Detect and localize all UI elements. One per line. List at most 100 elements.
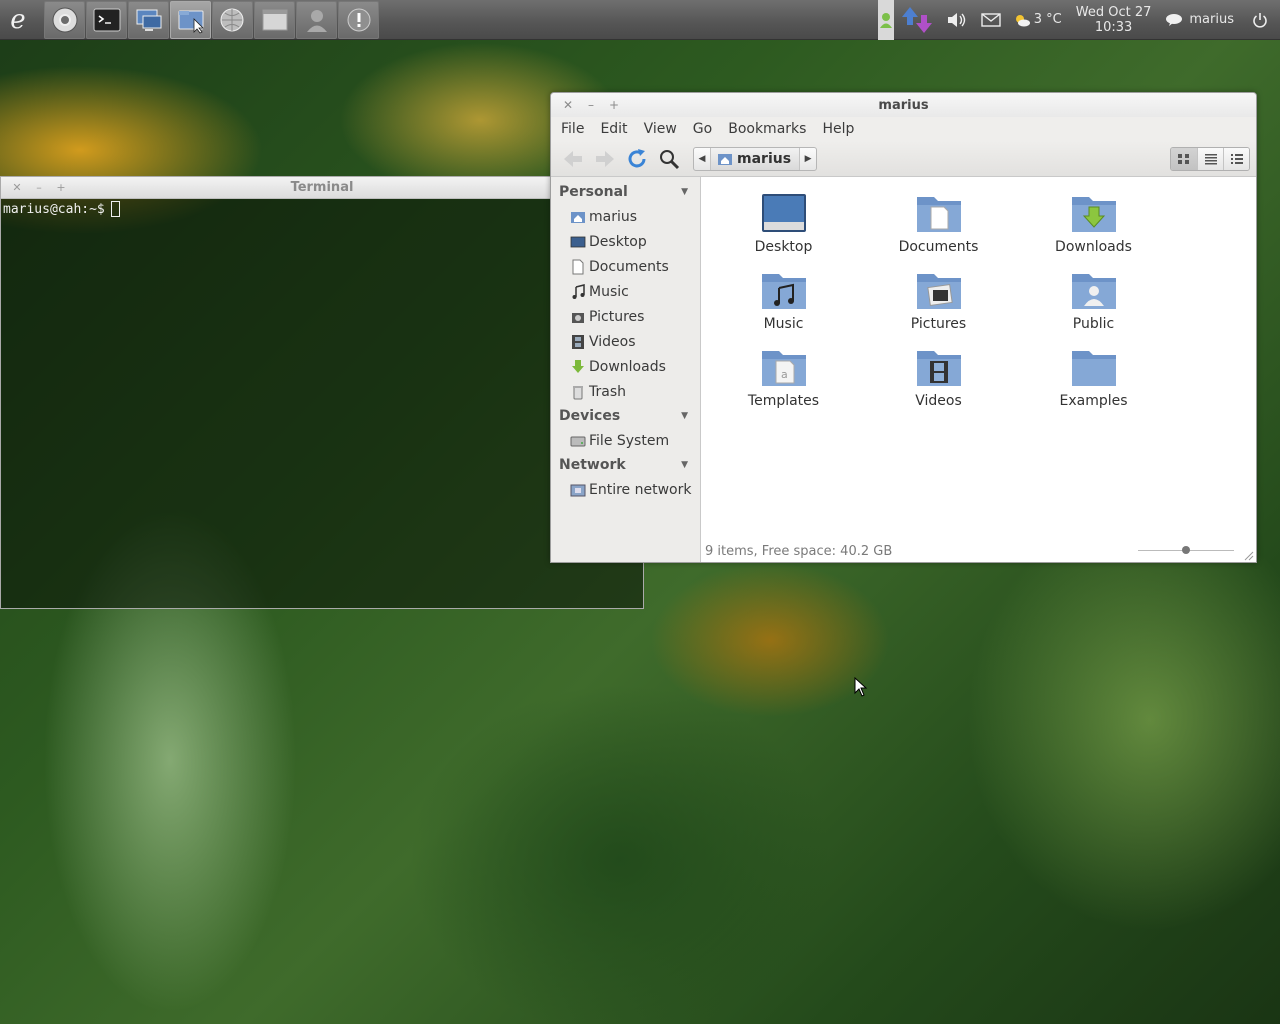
terminal-prompt: marius@cah:~$ — [3, 201, 105, 217]
status-bar: 9 items, Free space: 40.2 GB — [701, 539, 1256, 562]
collapse-triangle-icon[interactable]: ▼ — [681, 460, 688, 470]
e-logo-icon[interactable]: e — [0, 0, 36, 40]
sidebar-item-trash[interactable]: Trash — [551, 379, 700, 404]
reload-button[interactable] — [621, 145, 653, 173]
music-folder-icon — [761, 274, 806, 309]
terminal-icon — [93, 8, 120, 31]
sidebar-item-videos[interactable]: Videos — [551, 329, 700, 354]
places-sidebar: Personal ▼ marius Desktop Documents Musi… — [551, 177, 701, 562]
sidebar-item-music[interactable]: Music — [551, 279, 700, 304]
file-manager-title: marius — [878, 97, 929, 113]
user-name: marius — [1189, 12, 1234, 27]
path-bar: ◀ marius ▶ — [693, 146, 818, 171]
search-button[interactable] — [653, 145, 685, 173]
folder-label: Music — [763, 316, 804, 332]
menu-go[interactable]: Go — [687, 121, 718, 137]
path-crumb-home[interactable]: marius — [710, 147, 801, 170]
menu-bookmarks[interactable]: Bookmarks — [722, 121, 812, 137]
terminal-window[interactable]: ✕ – + Terminal marius@cah:~$ — [0, 176, 644, 609]
sidebar-item-desktop[interactable]: Desktop — [551, 229, 700, 254]
menu-edit[interactable]: Edit — [594, 121, 633, 137]
clock[interactable]: Wed Oct 27 10:33 — [1068, 5, 1160, 35]
file-view[interactable]: Desktop Documents Downloads Music Pictur… — [701, 177, 1256, 562]
folder-item-templates[interactable]: a Templates — [706, 343, 861, 412]
menu-view[interactable]: View — [638, 121, 683, 137]
zoom-slider[interactable] — [1138, 546, 1234, 554]
toolbar: ◀ marius ▶ — [551, 141, 1256, 177]
folder-item-downloads[interactable]: Downloads — [1016, 189, 1171, 258]
sidebar-header-personal[interactable]: Personal ▼ — [551, 180, 700, 204]
mail-indicator[interactable] — [974, 0, 1008, 40]
menu-help[interactable]: Help — [816, 121, 860, 137]
icon-view-button[interactable] — [1171, 147, 1197, 170]
folder-item-pictures[interactable]: Pictures — [861, 266, 1016, 335]
minimize-icon[interactable]: – — [33, 181, 45, 194]
sidebar-item-entire-network[interactable]: Entire network — [551, 477, 700, 502]
folder-item-public[interactable]: Public — [1016, 266, 1171, 335]
folder-item-documents[interactable]: Documents — [861, 189, 1016, 258]
home-folder-icon — [718, 153, 732, 165]
compact-view-button[interactable] — [1223, 147, 1249, 170]
trash-icon — [573, 385, 583, 399]
system-tray: 3 °C Wed Oct 27 10:33 marius — [877, 0, 1280, 40]
file-manager-icon — [178, 10, 204, 34]
chromium-icon — [52, 7, 77, 32]
close-icon[interactable]: ✕ — [562, 98, 574, 112]
sidebar-item-marius[interactable]: marius — [551, 204, 700, 229]
list-view-button[interactable] — [1197, 147, 1223, 170]
icon-grid: Desktop Documents Downloads Music Pictur… — [701, 189, 1171, 412]
terminal-launcher[interactable] — [86, 0, 127, 39]
collapse-triangle-icon[interactable]: ▼ — [681, 411, 688, 421]
volume-indicator[interactable] — [940, 0, 974, 40]
sidebar-item-file-system[interactable]: File System — [551, 428, 700, 453]
weather-indicator[interactable]: 3 °C — [1008, 0, 1068, 40]
folder-item-desktop[interactable]: Desktop — [706, 189, 861, 258]
maximize-icon[interactable]: + — [608, 98, 620, 112]
network-launcher[interactable] — [212, 0, 253, 39]
folder-label: Examples — [1059, 393, 1128, 409]
path-right-arrow-icon[interactable]: ▶ — [800, 148, 816, 170]
downloads-folder-icon — [1071, 197, 1116, 232]
close-icon[interactable]: ✕ — [11, 181, 23, 194]
terminal-titlebar[interactable]: ✕ – + Terminal — [1, 177, 643, 199]
zoom-slider-handle[interactable] — [1182, 546, 1190, 554]
path-left-arrow-icon[interactable]: ◀ — [694, 148, 710, 170]
chromium-launcher[interactable] — [44, 0, 85, 39]
back-button[interactable] — [557, 145, 589, 173]
workspace-launcher[interactable] — [128, 0, 169, 39]
user-menu[interactable]: marius — [1159, 12, 1244, 27]
pictures-folder-icon — [916, 274, 961, 309]
weather-temperature: 3 °C — [1033, 12, 1062, 27]
folder-label: Templates — [747, 393, 820, 409]
sidebar-item-documents[interactable]: Documents — [551, 254, 700, 279]
document-icon — [572, 259, 584, 274]
folder-item-music[interactable]: Music — [706, 266, 861, 335]
resize-grip-icon[interactable] — [1242, 549, 1254, 561]
desktop-icon — [570, 236, 586, 247]
power-button[interactable] — [1244, 0, 1280, 40]
notification-launcher[interactable] — [338, 0, 379, 39]
sidebar-header-devices[interactable]: Devices ▼ — [551, 404, 700, 428]
sidebar-header-network[interactable]: Network ▼ — [551, 453, 700, 477]
file-manager-titlebar[interactable]: ✕ – + marius — [551, 93, 1256, 117]
menu-file[interactable]: File — [555, 121, 590, 137]
speaker-icon — [947, 12, 965, 27]
folder-item-videos[interactable]: Videos — [861, 343, 1016, 412]
folder-item-examples[interactable]: Examples — [1016, 343, 1171, 412]
minimize-icon[interactable]: – — [585, 98, 597, 112]
terminal-output[interactable]: marius@cah:~$ — [1, 200, 643, 218]
maximize-icon[interactable]: + — [55, 181, 67, 194]
forward-button[interactable] — [589, 145, 621, 173]
user-launcher[interactable] — [296, 0, 337, 39]
grid-view-icon — [1178, 153, 1189, 164]
clock-time: 10:33 — [1094, 19, 1133, 35]
indicator-applet[interactable] — [877, 0, 894, 40]
file-manager-window[interactable]: ✕ – + marius File Edit View Go Bookmarks… — [550, 92, 1257, 563]
svg-text:a: a — [781, 368, 788, 381]
software-updates-indicator[interactable] — [894, 0, 940, 40]
sidebar-item-pictures[interactable]: Pictures — [551, 304, 700, 329]
file-manager-launcher[interactable] — [170, 0, 211, 39]
window-launcher[interactable] — [254, 0, 295, 39]
collapse-triangle-icon[interactable]: ▼ — [681, 187, 688, 197]
sidebar-item-downloads[interactable]: Downloads — [551, 354, 700, 379]
